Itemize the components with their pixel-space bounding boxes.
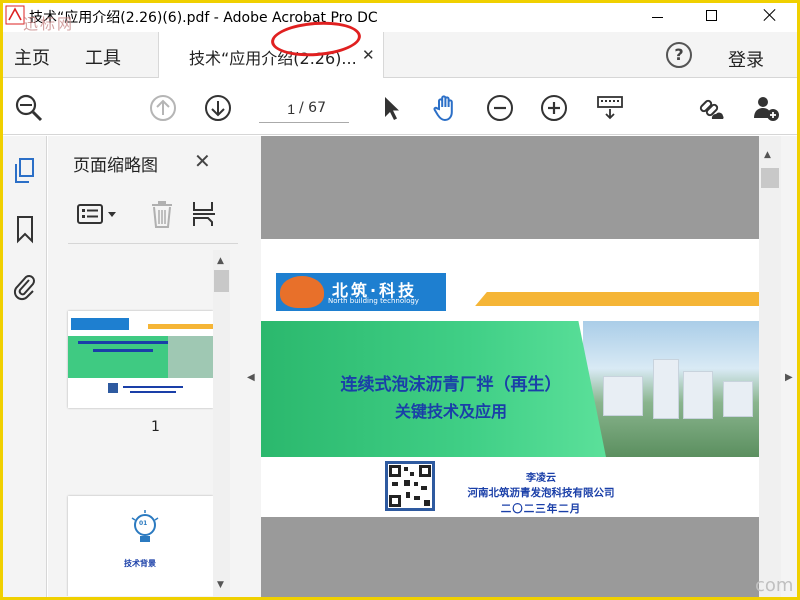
presenter-name: 李凌云 [526, 473, 556, 484]
presentation-date: 二〇二三年二月 [500, 503, 582, 515]
close-window-button[interactable] [747, 3, 793, 32]
title-bar: 技术“应用介绍(2.26)(6).pdf - Adobe Acrobat Pro… [3, 3, 797, 33]
arrow-up-circle-icon[interactable] [148, 93, 178, 123]
panel-title: 页面缩略图 [73, 156, 158, 176]
zoom-out-icon[interactable] [485, 93, 515, 123]
expand-right-icon[interactable]: ▶ [785, 372, 793, 383]
collapse-left-icon[interactable]: ◀ [247, 372, 255, 383]
bookmark-icon[interactable] [11, 214, 39, 244]
logo-badge-icon [280, 276, 324, 308]
add-user-icon[interactable] [751, 93, 781, 123]
scroll-up-icon[interactable]: ▲ [217, 256, 224, 266]
keyboard-icon[interactable] [595, 93, 625, 123]
maximize-button[interactable] [688, 3, 734, 32]
tab-home[interactable]: 主页 [14, 44, 50, 70]
thumbnail-toolbar [68, 188, 238, 244]
insert-page-icon[interactable] [190, 198, 218, 230]
thumbnail-page-number: 1 [151, 419, 160, 435]
acrobat-window: 技术“应用介绍(2.26)(6).pdf - Adobe Acrobat Pro… [3, 3, 797, 597]
maximize-icon [706, 10, 717, 21]
help-button[interactable]: ? [666, 42, 692, 68]
document-scroll-thumb[interactable] [761, 168, 779, 188]
lightbulb-icon [131, 510, 159, 542]
doc-scroll-up-icon[interactable]: ▲ [764, 150, 771, 160]
page-total: / 67 [299, 100, 326, 116]
main-toolbar: / 67 [3, 79, 797, 135]
tab-tools[interactable]: 工具 [85, 44, 121, 70]
company-logo: 北筑·科技 North building technology [276, 273, 446, 311]
paperclip-icon[interactable] [11, 272, 39, 302]
menu-tab-bar: 主页 工具 技术“应用介绍(2.26)... ✕ ? 登录 [3, 32, 797, 78]
thumbnails-list: 01 技术背景 [48, 246, 218, 596]
minimize-icon [652, 17, 663, 18]
thumbnails-scroll-thumb[interactable] [214, 270, 229, 292]
hand-icon[interactable] [430, 93, 460, 123]
page-number-input[interactable] [259, 97, 295, 121]
section-number: 01 [139, 520, 148, 527]
close-panel-icon[interactable]: ✕ [194, 149, 211, 173]
thumbnails-scrollbar[interactable]: ▲ ▼ [213, 250, 230, 597]
decorative-orange-bar [475, 292, 759, 306]
corner-watermark: com [755, 575, 794, 596]
close-tab-icon[interactable]: ✕ [362, 46, 375, 64]
page-thumbnails-icon[interactable] [11, 156, 39, 186]
qr-code [385, 461, 435, 511]
logo-english-name: North building technology [328, 297, 419, 305]
collapse-left-pane[interactable]: ◀ [241, 136, 261, 597]
watermark-logo: 迅标网 [23, 15, 75, 33]
navigation-pane [3, 136, 47, 597]
document-scrollbar[interactable]: ▲ [759, 136, 781, 597]
slide-title: 连续式泡沫沥青厂拌（再生） [340, 375, 562, 395]
cursor-arrow-icon[interactable] [376, 93, 406, 123]
section-caption: 技术背景 [124, 559, 156, 568]
zoom-in-icon[interactable] [539, 93, 569, 123]
arrow-down-circle-icon[interactable] [203, 93, 233, 123]
page-thumbnail-1[interactable] [68, 311, 213, 408]
pdf-page-1: 北筑·科技 North building technology 连续式泡沫沥青厂… [261, 239, 759, 517]
share-link-icon[interactable] [696, 93, 726, 123]
page-input-underline [259, 122, 349, 123]
search-icon[interactable] [14, 93, 44, 123]
thumbnail-options-icon[interactable] [76, 200, 120, 230]
trash-icon[interactable] [148, 198, 176, 230]
page-thumbnail-2[interactable]: 01 技术背景 [68, 496, 213, 596]
signin-link[interactable]: 登录 [728, 46, 764, 72]
acrobat-logo-icon [5, 5, 25, 25]
company-name: 河南北筑沥青发泡科技有限公司 [467, 487, 615, 499]
minimize-button[interactable] [635, 3, 681, 32]
slide-subtitle: 关键技术及应用 [394, 402, 507, 421]
scroll-down-icon[interactable]: ▼ [217, 580, 224, 590]
